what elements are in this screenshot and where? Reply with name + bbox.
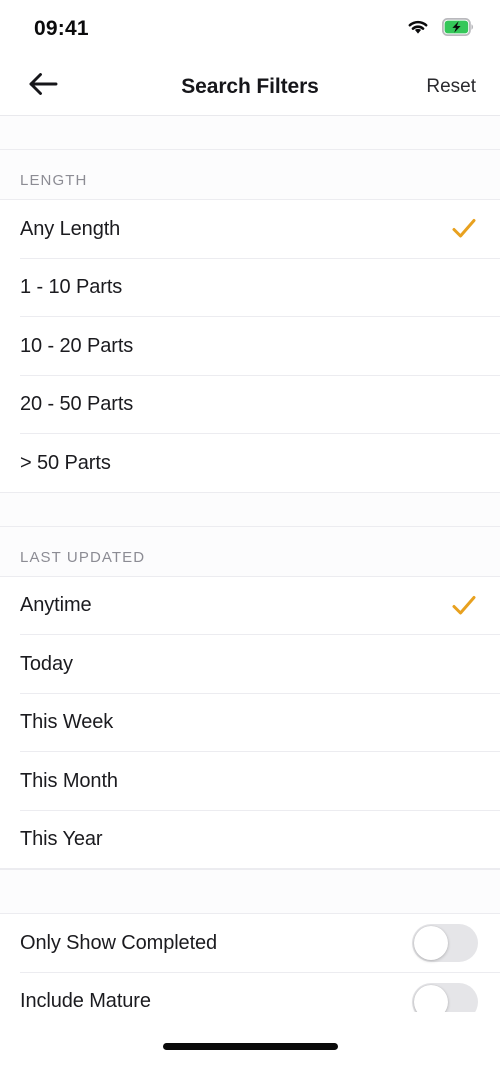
option-label: Today	[20, 652, 73, 675]
home-indicator-area	[0, 1012, 500, 1080]
phone-screen: 09:41 Search Filters Reset LENGTH Any Le…	[0, 0, 500, 1080]
check-icon	[450, 592, 478, 620]
option-label: This Week	[20, 711, 114, 734]
status-bar: 09:41	[0, 0, 500, 58]
toggle-label: Only Show Completed	[20, 931, 218, 954]
option-row-today[interactable]: Today	[0, 635, 500, 694]
option-label: Any Length	[20, 217, 121, 240]
option-label: This Month	[20, 769, 118, 792]
battery-charging-icon	[441, 17, 474, 41]
option-label: 10 - 20 Parts	[20, 334, 134, 357]
option-label: 1 - 10 Parts	[20, 276, 123, 299]
option-label: Anytime	[20, 594, 92, 617]
switch-knob	[414, 984, 448, 1012]
option-label: This Year	[20, 828, 103, 851]
option-label: > 50 Parts	[20, 451, 111, 474]
option-row-over-50-parts[interactable]: > 50 Parts	[0, 434, 500, 493]
reset-button[interactable]: Reset	[424, 70, 478, 104]
section-spacer-length	[0, 116, 500, 150]
option-row-anytime[interactable]: Anytime	[0, 576, 500, 635]
toggle-label: Include Mature	[20, 990, 151, 1012]
home-indicator[interactable]	[162, 1042, 338, 1050]
option-row-1-10-parts[interactable]: 1 - 10 Parts	[0, 258, 500, 317]
check-icon	[450, 215, 478, 243]
toggle-row-only-show-completed: Only Show Completed	[0, 914, 500, 973]
option-row-10-20-parts[interactable]: 10 - 20 Parts	[0, 317, 500, 376]
section-header-length: LENGTH	[0, 150, 500, 200]
option-row-this-week[interactable]: This Week	[0, 693, 500, 752]
section-header-last-updated-label: LAST UPDATED	[20, 548, 146, 566]
section-spacer-last-updated	[0, 492, 500, 527]
include-mature-switch[interactable]	[412, 982, 478, 1012]
section-spacer-toggles	[0, 869, 500, 914]
option-row-any-length[interactable]: Any Length	[0, 200, 500, 259]
section-header-length-label: LENGTH	[20, 172, 88, 189]
option-row-20-50-parts[interactable]: 20 - 50 Parts	[0, 375, 500, 434]
option-row-this-month[interactable]: This Month	[0, 752, 500, 811]
only-show-completed-switch[interactable]	[412, 924, 478, 963]
section-header-last-updated: LAST UPDATED	[0, 526, 500, 577]
option-label: 20 - 50 Parts	[20, 393, 134, 416]
wifi-icon	[405, 17, 431, 41]
nav-bar: Search Filters Reset	[0, 58, 500, 116]
status-time: 09:41	[34, 17, 89, 40]
switch-knob	[414, 926, 448, 961]
toggle-row-include-mature: Include Mature	[0, 972, 500, 1012]
option-row-this-year[interactable]: This Year	[0, 810, 500, 869]
filters-list: LENGTH Any Length 1 - 10 Parts 10 - 20 P…	[0, 116, 500, 1012]
status-indicators	[405, 17, 474, 41]
